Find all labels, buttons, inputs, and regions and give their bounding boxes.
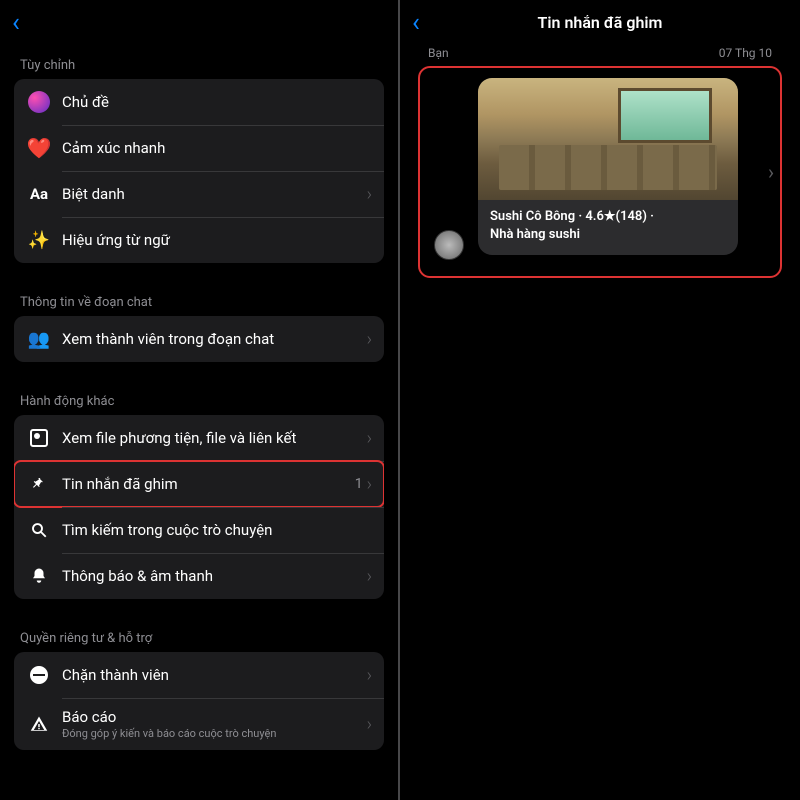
pin-icon [26, 471, 52, 497]
row-word-effects[interactable]: ✨ Hiệu ứng từ ngữ [14, 217, 384, 263]
row-label: Xem file phương tiện, file và liên kết [62, 429, 367, 447]
section-actions-header: Hành động khác [0, 380, 398, 415]
section-customize-header: Tùy chỉnh [0, 44, 398, 79]
row-labelwrap: Báo cáo Đóng góp ý kiến và báo cáo cuộc … [62, 708, 367, 740]
page-title: Tin nhắn đã ghim [538, 13, 663, 32]
row-report[interactable]: Báo cáo Đóng góp ý kiến và báo cáo cuộc … [14, 698, 384, 750]
row-block[interactable]: Chặn thành viên › [14, 652, 384, 698]
row-theme[interactable]: Chủ đề [14, 79, 384, 125]
place-card[interactable]: Sushi Cô Bông · 4.6★(148) · Nhà hàng sus… [478, 78, 738, 255]
place-photo [478, 78, 738, 200]
chevron-right-icon: › [367, 474, 372, 495]
date-label: 07 Thg 10 [719, 46, 772, 60]
row-label: Tìm kiếm trong cuộc trò chuyện [62, 521, 372, 539]
message-meta: Bạn 07 Thg 10 [400, 44, 800, 60]
section-info-header: Thông tin về đoạn chat [0, 281, 398, 316]
pinned-pane: ‹ Tin nhắn đã ghim Bạn 07 Thg 10 Sushi C… [400, 0, 800, 800]
row-label: Thông báo & âm thanh [62, 567, 367, 585]
row-label: Xem thành viên trong đoạn chat [62, 330, 367, 348]
group-privacy: Chặn thành viên › Báo cáo Đóng góp ý kiế… [14, 652, 384, 750]
row-search-chat[interactable]: Tìm kiếm trong cuộc trò chuyện [14, 507, 384, 553]
chevron-right-icon: › [367, 428, 372, 449]
back-icon[interactable]: ‹ [412, 10, 420, 36]
row-label: Tin nhắn đã ghim [62, 475, 355, 493]
search-icon [26, 517, 52, 543]
group-info: 👥 Xem thành viên trong đoạn chat › [14, 316, 384, 362]
theme-icon [26, 89, 52, 115]
place-line1: Sushi Cô Bông · 4.6★(148) · [490, 208, 726, 226]
row-label: Chủ đề [62, 93, 372, 111]
topbar-right: ‹ Tin nhắn đã ghim [400, 0, 800, 44]
bell-icon [26, 563, 52, 589]
row-label: Hiệu ứng từ ngữ [62, 231, 372, 249]
row-quick-reaction[interactable]: ❤️ Cảm xúc nhanh [14, 125, 384, 171]
place-line2: Nhà hàng sushi [490, 226, 726, 244]
row-label: Báo cáo [62, 708, 367, 726]
row-notifications[interactable]: Thông báo & âm thanh › [14, 553, 384, 599]
sender-label: Bạn [428, 46, 449, 60]
chevron-right-icon: › [367, 184, 372, 205]
chevron-right-icon: › [768, 160, 774, 184]
group-customize: Chủ đề ❤️ Cảm xúc nhanh Aa Biệt danh › ✨… [14, 79, 384, 263]
pinned-count-badge: 1 [355, 476, 363, 492]
media-icon [26, 425, 52, 451]
sender-avatar [434, 230, 464, 260]
back-icon[interactable]: ‹ [12, 10, 20, 36]
topbar-left: ‹ [0, 0, 398, 44]
section-privacy-header: Quyền riêng tư & hỗ trợ [0, 617, 398, 652]
row-label: Biệt danh [62, 185, 367, 203]
chevron-right-icon: › [367, 714, 372, 735]
row-label: Chặn thành viên [62, 666, 367, 684]
row-pinned-messages[interactable]: Tin nhắn đã ghim 1 › [14, 461, 384, 507]
settings-pane: ‹ Tùy chỉnh Chủ đề ❤️ Cảm xúc nhanh Aa B… [0, 0, 400, 800]
chevron-right-icon: › [367, 665, 372, 686]
chevron-right-icon: › [367, 566, 372, 587]
pinned-message[interactable]: Sushi Cô Bông · 4.6★(148) · Nhà hàng sus… [418, 66, 782, 278]
row-sublabel: Đóng góp ý kiến và báo cáo cuộc trò chuy… [62, 727, 367, 740]
row-media[interactable]: Xem file phương tiện, file và liên kết › [14, 415, 384, 461]
row-nickname[interactable]: Aa Biệt danh › [14, 171, 384, 217]
heart-icon: ❤️ [26, 135, 52, 161]
group-actions: Xem file phương tiện, file và liên kết ›… [14, 415, 384, 599]
row-label: Cảm xúc nhanh [62, 139, 372, 157]
row-members[interactable]: 👥 Xem thành viên trong đoạn chat › [14, 316, 384, 362]
chevron-right-icon: › [367, 329, 372, 350]
place-info: Sushi Cô Bông · 4.6★(148) · Nhà hàng sus… [478, 200, 738, 255]
warning-icon [26, 711, 52, 737]
aa-icon: Aa [26, 181, 52, 207]
members-icon: 👥 [26, 326, 52, 352]
wand-icon: ✨ [26, 227, 52, 253]
block-icon [26, 662, 52, 688]
